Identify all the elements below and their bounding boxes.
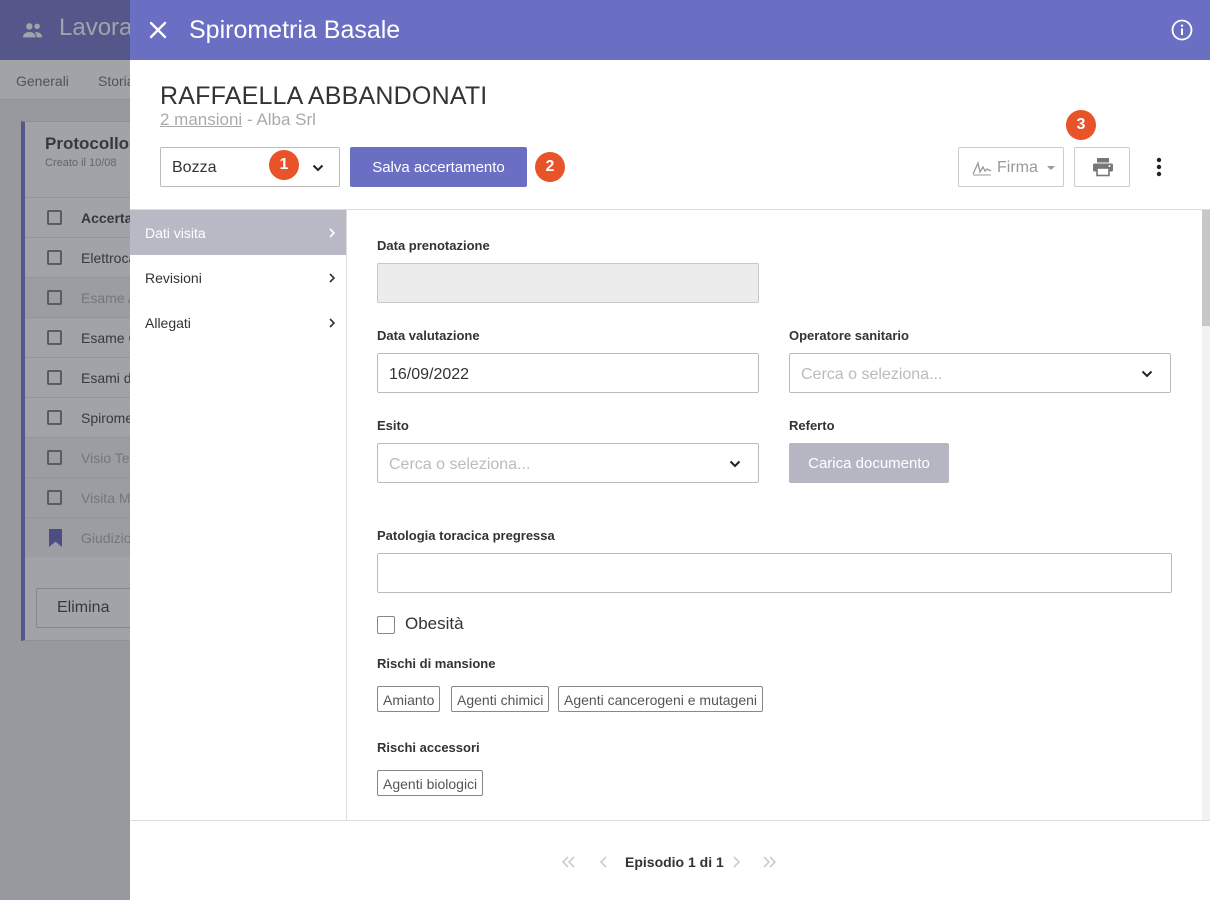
last-page-icon[interactable] — [762, 855, 778, 869]
close-icon[interactable] — [147, 19, 169, 41]
modal-dialog: Spirometria Basale RAFFAELLA ABBANDONATI… — [130, 0, 1210, 900]
data-valutazione-field[interactable]: 16/09/2022 — [377, 353, 759, 393]
referto-label: Referto — [789, 418, 835, 433]
chevron-right-icon — [329, 228, 336, 238]
patient-subtitle: 2 mansioni - Alba Srl — [160, 110, 316, 130]
data-prenotazione-label: Data prenotazione — [377, 238, 490, 253]
risk-tag: Amianto — [377, 686, 441, 712]
rischi-mansione-label: Rischi di mansione — [377, 656, 496, 671]
visit-form: Data prenotazione Data valutazione 16/09… — [347, 210, 1202, 820]
patient-name: RAFFAELLA ABBANDONATI — [160, 82, 488, 110]
mansioni-link[interactable]: 2 mansioni — [160, 110, 242, 129]
more-vertical-icon[interactable] — [1148, 152, 1170, 182]
patologia-label: Patologia toracica pregressa — [377, 528, 555, 543]
nav-item-dati-visita[interactable]: Dati visita — [130, 210, 346, 255]
signature-icon — [972, 160, 992, 176]
upload-document-button[interactable]: Carica documento — [789, 443, 949, 483]
chevron-down-icon — [312, 164, 324, 172]
risk-tag: Agenti chimici — [451, 686, 550, 712]
esito-select[interactable]: Cerca o seleziona... — [377, 443, 759, 483]
next-page-icon[interactable] — [728, 855, 744, 869]
form-scrollbar[interactable] — [1202, 210, 1210, 820]
patologia-field[interactable] — [377, 553, 1172, 593]
status-select[interactable]: Bozza — [160, 147, 340, 187]
annotation-badge-2: 2 — [535, 152, 565, 182]
nav-item-allegati[interactable]: Allegati — [130, 300, 346, 345]
operatore-placeholder: Cerca o seleziona... — [801, 366, 943, 383]
sign-button-label: Firma — [997, 159, 1038, 176]
patient-separator: - — [242, 110, 257, 129]
chevron-down-icon — [729, 460, 741, 468]
nav-item-label: Dati visita — [145, 225, 206, 241]
caret-down-icon — [1047, 166, 1055, 170]
rischi-accessori-label: Rischi accessori — [377, 740, 480, 755]
nav-item-label: Revisioni — [145, 270, 202, 286]
chevron-right-icon — [329, 273, 336, 283]
data-valutazione-label: Data valutazione — [377, 328, 480, 343]
risk-tag: Agenti biologici — [377, 770, 484, 796]
print-button[interactable] — [1074, 147, 1130, 187]
annotation-badge-1: 1 — [269, 150, 299, 180]
chevron-down-icon — [1141, 370, 1153, 378]
sign-button[interactable]: Firma — [958, 147, 1064, 187]
obesita-label: Obesità — [405, 614, 464, 633]
info-icon[interactable] — [1171, 19, 1193, 41]
nav-item-revisioni[interactable]: Revisioni — [130, 255, 346, 300]
obesita-checkbox[interactable] — [377, 616, 395, 634]
esito-label: Esito — [377, 418, 409, 433]
save-button[interactable]: Salva accertamento — [350, 147, 527, 187]
side-nav: Dati visita Revisioni Allegati — [130, 210, 347, 820]
modal-footer: Episodio 1 di 1 — [130, 820, 1210, 900]
modal-title: Spirometria Basale — [189, 16, 401, 44]
scrollbar-thumb[interactable] — [1202, 210, 1210, 326]
data-prenotazione-field — [377, 263, 759, 303]
pagination-text: Episodio 1 di 1 — [625, 854, 724, 870]
data-valutazione-value: 16/09/2022 — [389, 366, 470, 383]
previous-page-icon[interactable] — [596, 855, 612, 869]
first-page-icon[interactable] — [560, 855, 576, 869]
annotation-badge-3: 3 — [1066, 110, 1096, 140]
risk-tag: Agenti cancerogeni e mutageni — [558, 686, 764, 712]
status-select-value: Bozza — [172, 159, 217, 176]
printer-icon — [1093, 158, 1113, 177]
operatore-select[interactable]: Cerca o seleziona... — [789, 353, 1171, 393]
esito-placeholder: Cerca o seleziona... — [389, 456, 531, 473]
chevron-right-icon — [329, 318, 336, 328]
modal-header: Spirometria Basale — [130, 0, 1210, 60]
company-name: Alba Srl — [256, 110, 316, 129]
operatore-label: Operatore sanitario — [789, 328, 909, 343]
nav-item-label: Allegati — [145, 315, 191, 331]
